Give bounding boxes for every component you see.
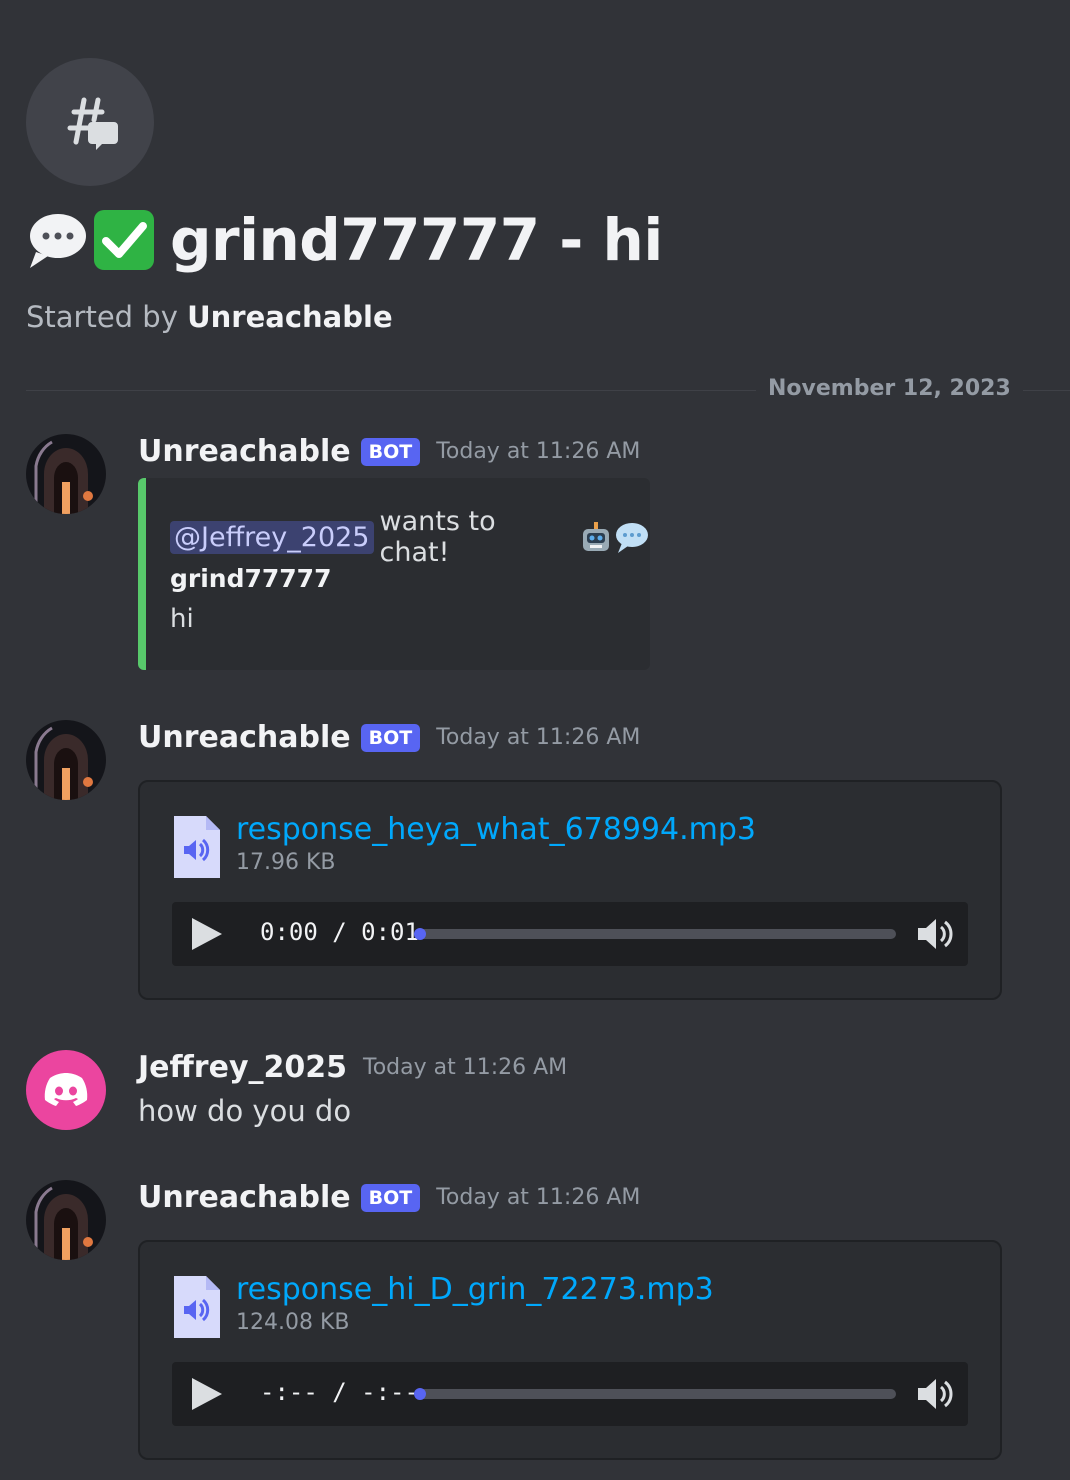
- bot-avatar[interactable]: [26, 1180, 106, 1260]
- audio-attachment: response_heya_what_678994.mp3 17.96 KB 0…: [138, 780, 1002, 1000]
- started-prefix: Started by: [26, 300, 178, 334]
- embed-field-value: hi: [170, 604, 194, 634]
- author-name[interactable]: Unreachable: [138, 434, 351, 469]
- started-by-user[interactable]: Unreachable: [187, 300, 393, 334]
- volume-icon[interactable]: [914, 914, 954, 954]
- file-size: 124.08 KB: [236, 1310, 350, 1335]
- robot-emoji: [583, 522, 610, 551]
- progress-knob[interactable]: [414, 928, 426, 940]
- timestamp[interactable]: Today at 11:26 AM: [436, 725, 640, 750]
- volume-icon[interactable]: [914, 1374, 954, 1414]
- audio-attachment: response_hi_D_grin_72273.mp3 124.08 KB -…: [138, 1240, 1002, 1460]
- audio-player: 0:00 / 0:01: [172, 902, 968, 966]
- audio-file-icon: [174, 816, 220, 878]
- author-name[interactable]: Unreachable: [138, 720, 351, 755]
- check-mark-emoji: [94, 210, 154, 270]
- thread-icon: [26, 58, 154, 186]
- message-header: Unreachable BOT Today at 11:26 AM: [138, 720, 640, 755]
- embed-description: @Jeffrey_2025 wants to chat!: [170, 506, 650, 568]
- discord-logo-icon: [44, 1073, 88, 1106]
- file-size: 17.96 KB: [236, 850, 336, 875]
- file-name-link[interactable]: response_hi_D_grin_72273.mp3: [236, 1272, 714, 1307]
- progress-track[interactable]: [414, 928, 896, 940]
- bot-avatar[interactable]: [26, 434, 106, 514]
- user-mention[interactable]: @Jeffrey_2025: [170, 520, 374, 554]
- author-name[interactable]: Unreachable: [138, 1180, 351, 1215]
- bot-tag: BOT: [360, 723, 421, 752]
- play-icon[interactable]: [188, 916, 224, 952]
- time-display: 0:00 / 0:01: [260, 918, 419, 946]
- timestamp[interactable]: Today at 11:26 AM: [363, 1055, 567, 1080]
- embed: @Jeffrey_2025 wants to chat! grind77777 …: [138, 478, 650, 670]
- thread-started-by: Started by Unreachable: [26, 300, 393, 334]
- play-icon[interactable]: [188, 1376, 224, 1412]
- audio-player: -:-- / -:--: [172, 1362, 968, 1426]
- speech-bubble-emoji: [30, 214, 86, 268]
- divider-date: November 12, 2023: [756, 376, 1023, 401]
- message-header: Unreachable BOT Today at 11:26 AM: [138, 434, 640, 469]
- file-name-link[interactable]: response_heya_what_678994.mp3: [236, 812, 756, 847]
- author-name[interactable]: Jeffrey_2025: [138, 1050, 347, 1085]
- bot-tag: BOT: [360, 437, 421, 466]
- message-header: Jeffrey_2025 Today at 11:26 AM: [138, 1050, 567, 1085]
- thread-name: grind77777 - hi: [170, 206, 663, 274]
- bot-tag: BOT: [360, 1183, 421, 1212]
- progress-track[interactable]: [414, 1388, 896, 1400]
- embed-field-name: grind77777: [170, 564, 332, 593]
- bot-avatar[interactable]: [26, 720, 106, 800]
- user-avatar[interactable]: [26, 1050, 106, 1130]
- progress-knob[interactable]: [414, 1388, 426, 1400]
- embed-text: wants to chat!: [379, 506, 496, 568]
- thread-title: grind77777 - hi: [26, 200, 663, 280]
- audio-file-icon: [174, 1276, 220, 1338]
- timestamp[interactable]: Today at 11:26 AM: [436, 1185, 640, 1210]
- timestamp[interactable]: Today at 11:26 AM: [436, 439, 640, 464]
- message-content: how do you do: [138, 1094, 352, 1128]
- time-display: -:-- / -:--: [260, 1378, 419, 1406]
- message-header: Unreachable BOT Today at 11:26 AM: [138, 1180, 640, 1215]
- speech-bubble-emoji: [615, 523, 648, 553]
